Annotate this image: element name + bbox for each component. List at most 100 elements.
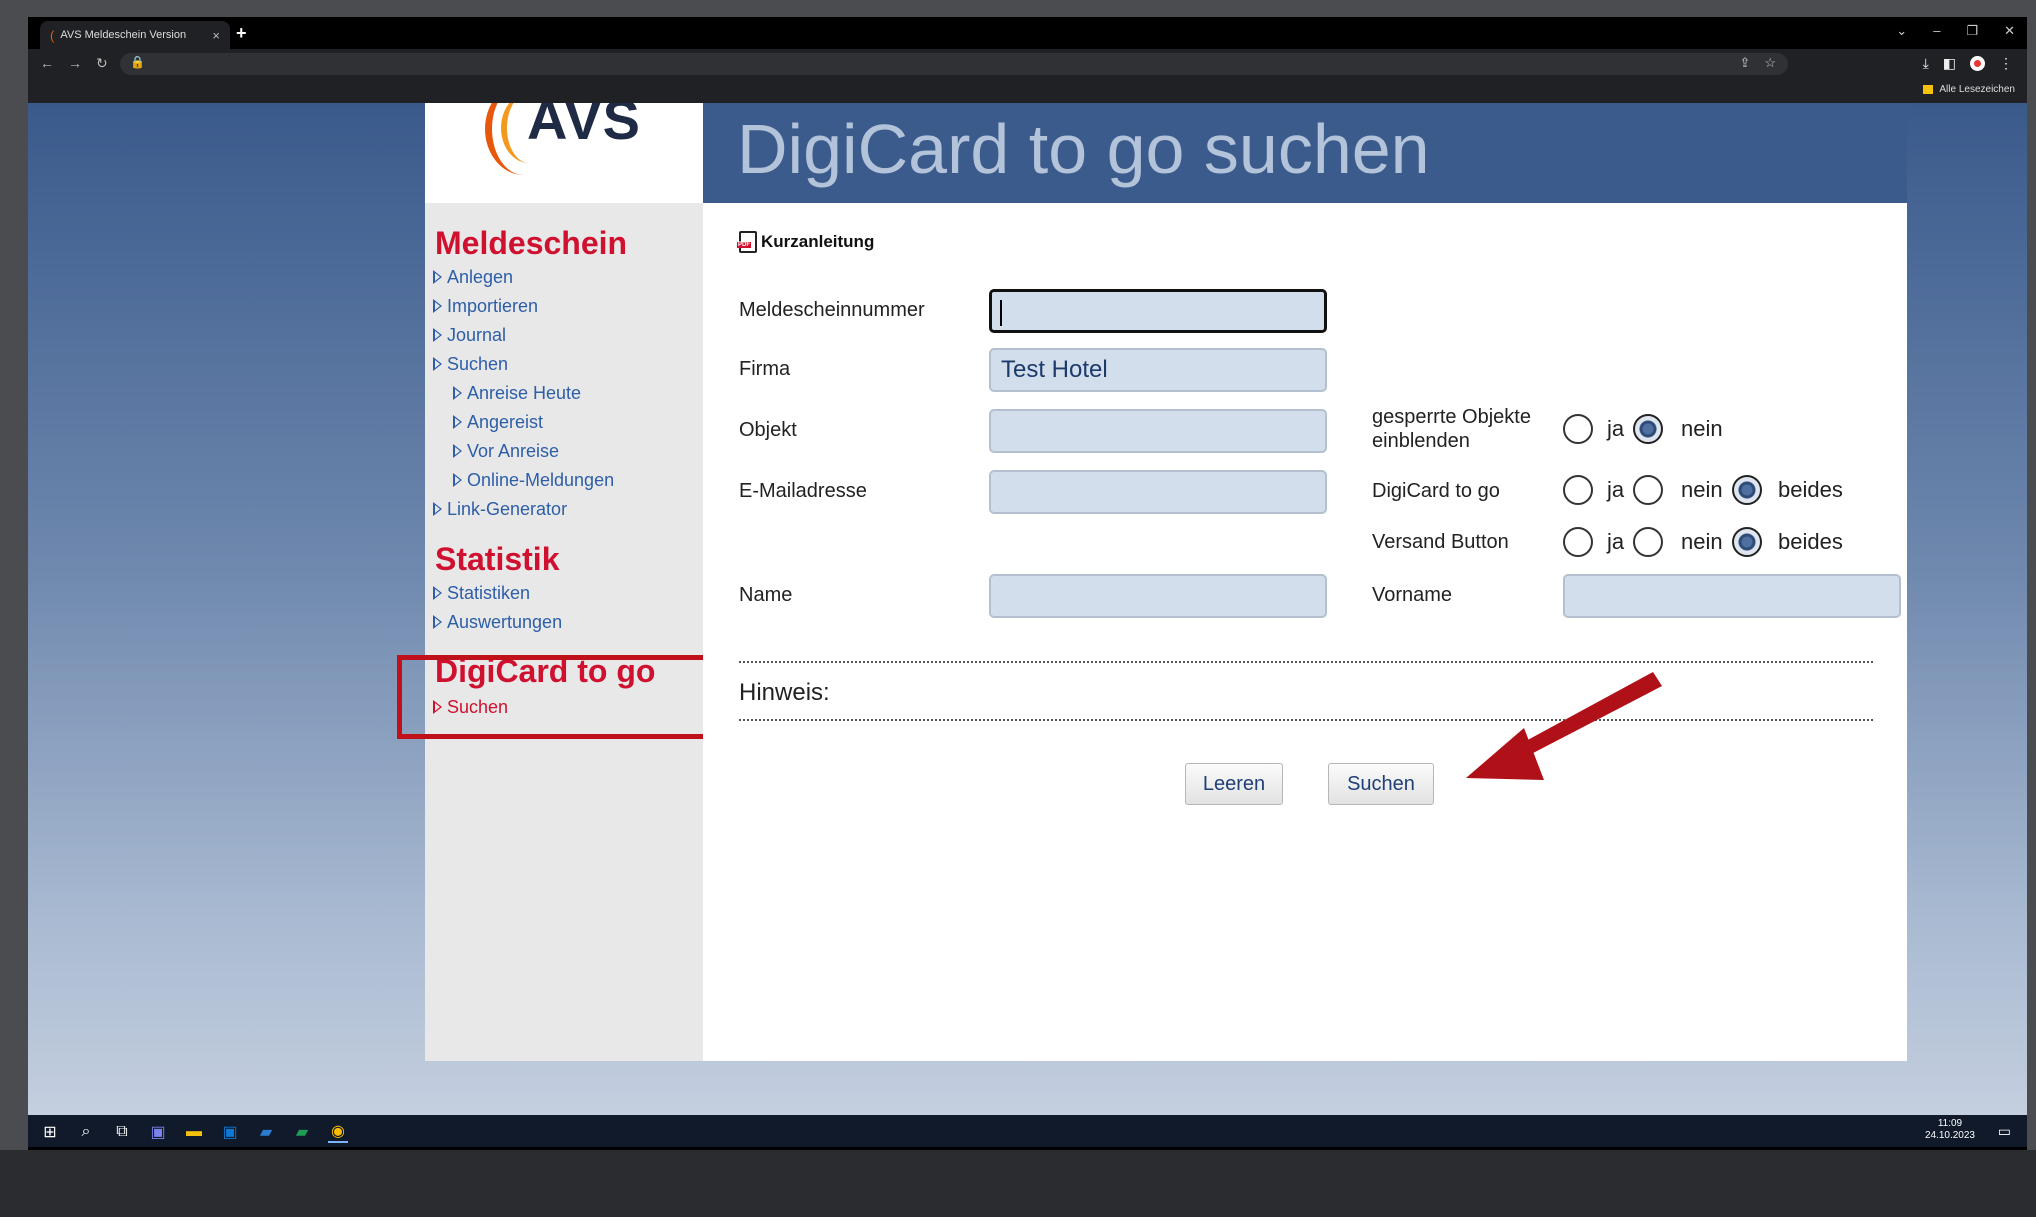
divider-top bbox=[739, 661, 1873, 663]
email-input[interactable] bbox=[989, 470, 1327, 514]
triangle-icon bbox=[433, 270, 442, 284]
text-caret bbox=[1000, 300, 1002, 326]
clock-date: 24.10.2023 bbox=[1924, 1130, 1975, 1141]
clear-button[interactable]: Leeren bbox=[1185, 763, 1283, 805]
meldescheinnummer-label: Meldescheinnummer bbox=[739, 299, 925, 321]
notification-icon[interactable]: ▭ bbox=[1998, 1123, 2011, 1140]
teams-icon[interactable]: ▣ bbox=[148, 1122, 168, 1142]
gesperrte-nein-radio[interactable] bbox=[1633, 414, 1663, 444]
objekt-input[interactable] bbox=[989, 409, 1327, 453]
sidebar-link-importieren[interactable]: Importieren bbox=[433, 296, 538, 317]
sidebar-link-anlegen[interactable]: Anlegen bbox=[433, 267, 513, 288]
new-tab-button[interactable]: + bbox=[236, 23, 247, 44]
gesperrte-ja-label: ja bbox=[1607, 416, 1625, 441]
browser-tab[interactable]: ( AVS Meldeschein Version × bbox=[40, 21, 230, 49]
sidebar-link-statistiken[interactable]: Statistiken bbox=[433, 583, 530, 604]
digicard-ja-label: ja bbox=[1607, 477, 1625, 502]
page-header: DigiCard to go suchen bbox=[703, 103, 1907, 203]
avs-favicon-icon: ( bbox=[50, 27, 55, 43]
window-controls: ⌄ – ❐ ✕ bbox=[1896, 23, 2015, 39]
firma-input[interactable]: Test Hotel bbox=[989, 348, 1327, 392]
search-button[interactable]: Suchen bbox=[1328, 763, 1434, 805]
digicard-beides-radio[interactable] bbox=[1732, 475, 1762, 505]
name-label: Name bbox=[739, 584, 793, 606]
nav-buttons: ← → ↻ bbox=[40, 55, 108, 72]
versand-ja-label: ja bbox=[1607, 529, 1625, 554]
windows-taskbar: ⊞ ⌕ ⧉ ▣ ▬ ▣ ▰ ▰ ◉ 11:09 24.10.2023 ▭ bbox=[28, 1115, 2027, 1147]
folder-icon bbox=[1923, 85, 1934, 94]
all-bookmarks-label: Alle Lesezeichen bbox=[1939, 84, 2015, 95]
email-label: E-Mailadresse bbox=[739, 480, 867, 502]
quick-guide-link[interactable]: Kurzanleitung bbox=[737, 231, 874, 253]
excel-icon[interactable]: ▰ bbox=[292, 1122, 312, 1142]
versand-beides-label: beides bbox=[1778, 529, 1843, 554]
outlook-icon[interactable]: ▣ bbox=[220, 1122, 240, 1142]
sidebar-link-vor-anreise[interactable]: Vor Anreise bbox=[453, 441, 559, 462]
triangle-icon bbox=[453, 415, 462, 429]
toolbar-icons: ⤓ ◧ ⋮ bbox=[1923, 55, 2013, 72]
sidebar-link-online-meldungen[interactable]: Online-Meldungen bbox=[453, 470, 614, 491]
triangle-icon bbox=[453, 444, 462, 458]
monitor-bezel bbox=[0, 1150, 2036, 1217]
minimize-icon[interactable]: – bbox=[1933, 23, 1940, 39]
digicard-ja-radio[interactable] bbox=[1563, 475, 1593, 505]
sidebar-link-angereist[interactable]: Angereist bbox=[453, 412, 543, 433]
file-explorer-icon[interactable]: ▬ bbox=[184, 1123, 204, 1141]
address-bar[interactable]: 🔒 ⇪ ☆ bbox=[120, 53, 1788, 75]
restore-icon[interactable]: ❐ bbox=[1966, 23, 1978, 39]
vorname-input[interactable] bbox=[1563, 574, 1901, 618]
tab-bar: ( AVS Meldeschein Version × + ⌄ – ❐ ✕ bbox=[28, 17, 2027, 49]
reload-icon[interactable]: ↻ bbox=[96, 55, 108, 72]
tab-close-icon[interactable]: × bbox=[212, 28, 220, 43]
digicard-nein-label: nein bbox=[1681, 477, 1723, 502]
all-bookmarks[interactable]: Alle Lesezeichen bbox=[1923, 84, 2015, 95]
chrome-icon[interactable]: ◉ bbox=[328, 1121, 348, 1143]
tab-title: AVS Meldeschein Version bbox=[60, 29, 187, 41]
section-title-statistik: Statistik bbox=[435, 541, 560, 577]
web-page: AVS DigiCard to go suchen Meldeschein An… bbox=[28, 103, 2027, 1115]
triangle-icon bbox=[433, 502, 442, 516]
versand-beides-radio[interactable] bbox=[1732, 527, 1762, 557]
sidebar-link-suchen[interactable]: Suchen bbox=[433, 354, 508, 375]
download-icon[interactable]: ⤓ bbox=[1923, 55, 1929, 72]
tab-search-icon[interactable]: ⌄ bbox=[1896, 23, 1907, 39]
triangle-icon bbox=[433, 328, 442, 342]
bookmark-star-icon[interactable]: ☆ bbox=[1764, 55, 1776, 71]
gesperrte-ja-radio[interactable] bbox=[1563, 414, 1593, 444]
sidebar-link-anreise-heute[interactable]: Anreise Heute bbox=[453, 383, 581, 404]
task-view-icon[interactable]: ⧉ bbox=[112, 1123, 132, 1141]
sidebar-link-journal[interactable]: Journal bbox=[433, 325, 506, 346]
windows-start-icon[interactable]: ⊞ bbox=[40, 1122, 60, 1142]
pdf-icon bbox=[737, 231, 757, 253]
taskbar-icons: ⊞ ⌕ ⧉ ▣ ▬ ▣ ▰ ▰ ◉ bbox=[40, 1121, 348, 1143]
word-icon[interactable]: ▰ bbox=[256, 1122, 276, 1142]
back-icon[interactable]: ← bbox=[40, 55, 54, 72]
digicard-beides-label: beides bbox=[1778, 477, 1843, 502]
digicard-nein-radio[interactable] bbox=[1633, 475, 1663, 505]
triangle-icon bbox=[433, 615, 442, 629]
taskbar-clock[interactable]: 11:09 24.10.2023 bbox=[1925, 1118, 1975, 1142]
vorname-label: Vorname bbox=[1372, 584, 1453, 606]
sidebar-link-link-generator[interactable]: Link-Generator bbox=[433, 499, 567, 520]
name-input[interactable] bbox=[989, 574, 1327, 618]
page-title: DigiCard to go suchen bbox=[737, 110, 1430, 188]
versand-nein-radio[interactable] bbox=[1633, 527, 1663, 557]
clock-time: 11:09 bbox=[1937, 1118, 1963, 1129]
side-panel-icon[interactable]: ◧ bbox=[1943, 55, 1956, 72]
close-window-icon[interactable]: ✕ bbox=[2004, 23, 2015, 39]
forward-icon[interactable]: → bbox=[68, 55, 82, 72]
lock-icon: 🔒 bbox=[130, 55, 145, 69]
menu-icon[interactable]: ⋮ bbox=[1999, 55, 2013, 72]
search-form: Kurzanleitung Meldescheinnummer Firma Te… bbox=[703, 203, 1907, 1061]
sidebar-link-auswertungen[interactable]: Auswertungen bbox=[433, 612, 562, 633]
share-icon[interactable]: ⇪ bbox=[1739, 55, 1750, 71]
taskbar-search-icon[interactable]: ⌕ bbox=[76, 1123, 96, 1141]
profile-avatar-icon[interactable] bbox=[1970, 56, 1985, 71]
section-title-meldeschein: Meldeschein bbox=[435, 225, 628, 261]
versand-ja-radio[interactable] bbox=[1563, 527, 1593, 557]
objekt-label: Objekt bbox=[739, 419, 797, 441]
meldescheinnummer-input[interactable] bbox=[989, 289, 1327, 333]
sidebar: Meldeschein Anlegen Importieren Journal … bbox=[425, 203, 703, 1061]
avs-logo[interactable]: AVS bbox=[425, 103, 703, 203]
triangle-icon bbox=[433, 299, 442, 313]
